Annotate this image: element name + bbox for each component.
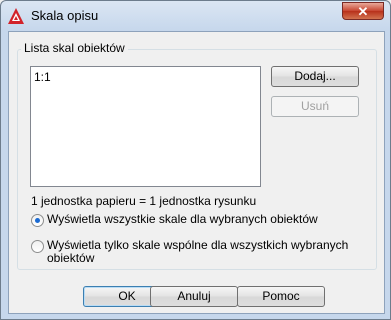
radio-button-checked[interactable] <box>31 214 44 227</box>
scale-listbox[interactable]: 1:1 <box>30 66 261 187</box>
dialog-window: Skala opisu ✕ Lista skal obiektów 1:1 Do… <box>0 0 391 320</box>
close-icon: ✕ <box>357 4 369 19</box>
radio-button-unchecked[interactable] <box>31 240 44 253</box>
list-item[interactable]: 1:1 <box>34 70 51 84</box>
autocad-icon <box>8 8 24 24</box>
help-button[interactable]: Pomoc <box>237 286 325 307</box>
radio-all-scales-label[interactable]: Wyświetla wszystkie skale dla wybranych … <box>47 213 318 226</box>
add-button[interactable]: Dodaj... <box>271 66 359 87</box>
dialog-body: Lista skal obiektów 1:1 Dodaj... Usuń 1 … <box>8 31 385 314</box>
group-label: Lista skal obiektów <box>21 41 128 55</box>
title-bar[interactable]: Skala opisu ✕ <box>1 1 390 31</box>
units-info-text: 1 jednostka papieru = 1 jednostka rysunk… <box>31 194 257 208</box>
radio-common-scales-label-line2[interactable]: obiektów <box>47 252 94 265</box>
cancel-button[interactable]: Anuluj <box>150 286 238 307</box>
radio-dot <box>35 218 40 223</box>
window-title: Skala opisu <box>31 8 99 23</box>
close-button[interactable]: ✕ <box>342 2 384 20</box>
remove-button[interactable]: Usuń <box>271 96 359 117</box>
